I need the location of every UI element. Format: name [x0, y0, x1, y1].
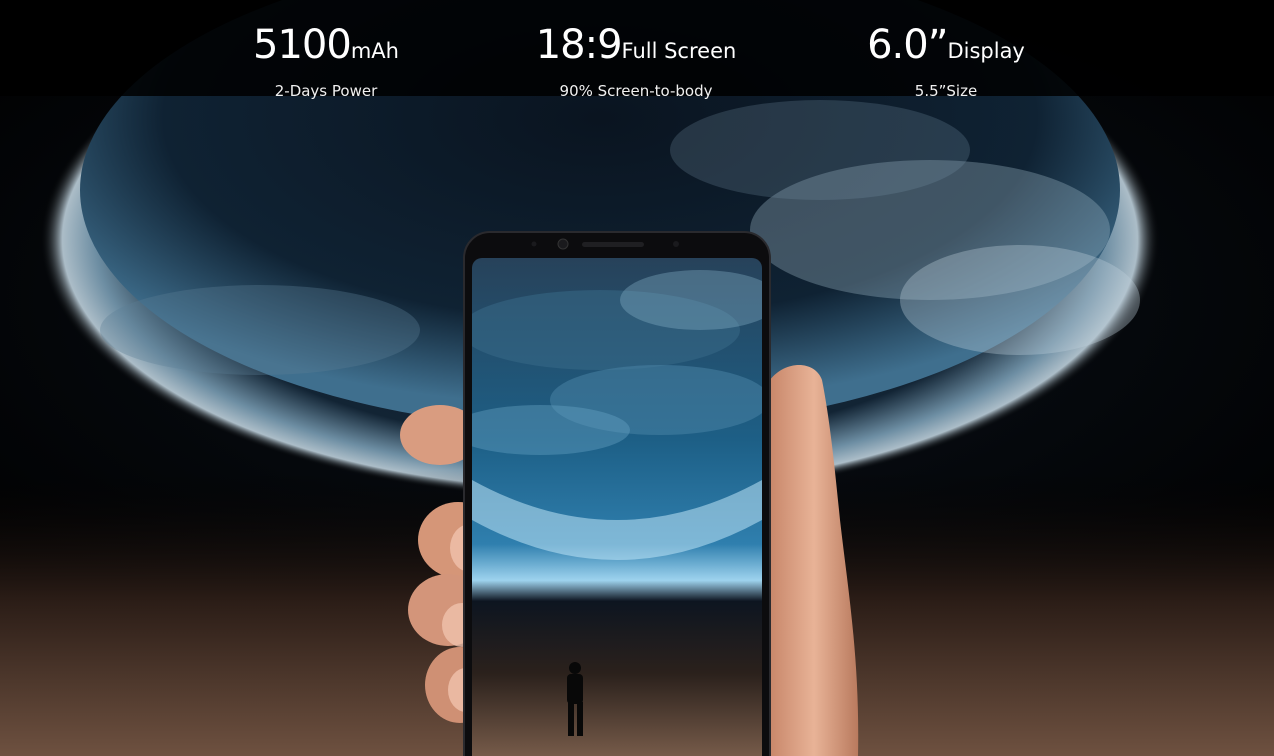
spec-battery-caption: 2-Days Power: [274, 82, 378, 100]
spec-display-caption: 5.5”Size: [914, 82, 978, 100]
phone-in-hand-illustration: [0, 0, 1274, 756]
spec-battery-unit: mAh: [350, 39, 399, 63]
earpiece: [582, 242, 644, 247]
phone-screen: [472, 258, 762, 756]
spec-display-unit: Display: [947, 39, 1025, 63]
spec-battery-value: 5100: [253, 22, 352, 68]
cloud: [670, 100, 970, 200]
spec-battery: 5100mAh 2-Days Power: [176, 22, 476, 100]
cloud: [100, 285, 420, 375]
cloud: [900, 245, 1140, 355]
spec-aspect-unit: Full Screen: [621, 39, 737, 63]
spec-display-value: 6.0”: [867, 22, 948, 68]
spec-aspect-ratio: 18:9Full Screen 90% Screen-to-body: [486, 22, 786, 100]
spec-aspect-caption: 90% Screen-to-body: [559, 82, 713, 100]
sensor-icon: [673, 241, 679, 247]
front-camera-icon: [557, 238, 569, 250]
sensor-icon: [531, 241, 537, 247]
spec-aspect-value: 18:9: [535, 22, 623, 68]
spec-display: 6.0”Display 5.5”Size: [796, 22, 1096, 100]
product-banner: 5100mAh 2-Days Power 18:9Full Screen 90%…: [0, 0, 1274, 756]
